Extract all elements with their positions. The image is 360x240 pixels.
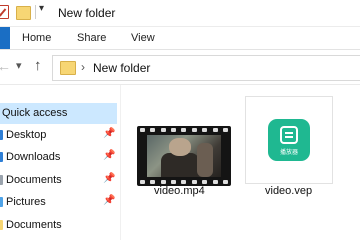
pin-icon[interactable]: 📌 xyxy=(103,173,115,184)
tab-home[interactable]: Home xyxy=(22,32,51,44)
pictures-icon xyxy=(0,197,3,207)
new-folder-icon[interactable] xyxy=(16,6,31,20)
sidebar-item-documents[interactable]: Documents 📌 xyxy=(0,170,117,191)
divider xyxy=(35,5,36,19)
up-arrow-icon[interactable]: ↑ xyxy=(34,57,42,74)
tab-share[interactable]: Share xyxy=(77,32,106,44)
properties-check-icon[interactable] xyxy=(0,5,9,19)
sidebar-item-label: Documents xyxy=(6,219,62,231)
sidebar-item-label: Pictures xyxy=(6,196,46,208)
chevron-down-icon[interactable]: ▾ xyxy=(39,3,44,14)
sidebar-item-downloads[interactable]: Downloads 📌 xyxy=(0,147,117,168)
desktop-icon xyxy=(0,130,3,140)
folder-icon xyxy=(60,61,76,75)
sidebar-item-label: Desktop xyxy=(6,129,47,141)
address-path: New folder xyxy=(93,61,151,75)
navigation-pane: Quick access Desktop 📌 Downloads 📌 Docum… xyxy=(0,85,121,240)
back-arrow-icon[interactable]: ← xyxy=(0,58,11,74)
window-title: New folder xyxy=(58,6,116,20)
sidebar-item-quick-access[interactable]: Quick access xyxy=(0,103,117,124)
chevron-down-icon[interactable]: ▾ xyxy=(16,59,22,72)
address-bar[interactable]: › New folder xyxy=(52,55,360,81)
film-strip xyxy=(137,126,231,134)
sidebar-item-pictures[interactable]: Pictures 📌 xyxy=(0,192,117,213)
video-thumbnail[interactable] xyxy=(137,126,231,186)
sidebar-item-label: Documents xyxy=(6,174,62,186)
app-brand-text: 播放器 xyxy=(279,150,298,156)
pin-icon[interactable]: 📌 xyxy=(103,195,115,206)
file-list: video.mp4 播放器 video.vep xyxy=(121,85,360,240)
video-frame-preview xyxy=(147,135,221,177)
pin-icon[interactable]: 📌 xyxy=(103,128,115,139)
file-name[interactable]: video.mp4 xyxy=(154,185,205,197)
documents-icon xyxy=(0,175,3,185)
folder-icon xyxy=(0,220,3,230)
pin-icon[interactable]: 📌 xyxy=(103,150,115,161)
sidebar-item-documents-folder[interactable]: Documents xyxy=(0,215,117,236)
navigation-bar: ← ▾ ↑ › New folder xyxy=(0,50,360,85)
sidebar-item-label: Downloads xyxy=(6,151,61,163)
tab-file[interactable] xyxy=(0,27,10,49)
file-name[interactable]: video.vep xyxy=(265,185,312,197)
title-bar: ▾ New folder xyxy=(0,0,360,27)
ribbon-tabs: Home Share View xyxy=(0,27,360,50)
chevron-right-icon[interactable]: › xyxy=(81,60,85,74)
sidebar-item-desktop[interactable]: Desktop 📌 xyxy=(0,125,117,146)
player-app-icon: 播放器 xyxy=(268,119,310,161)
downloads-icon xyxy=(0,152,3,162)
sidebar-item-label: Quick access xyxy=(2,107,68,119)
vep-thumbnail[interactable]: 播放器 xyxy=(245,96,333,184)
tab-view[interactable]: View xyxy=(131,32,155,44)
logo-icon xyxy=(280,126,298,144)
